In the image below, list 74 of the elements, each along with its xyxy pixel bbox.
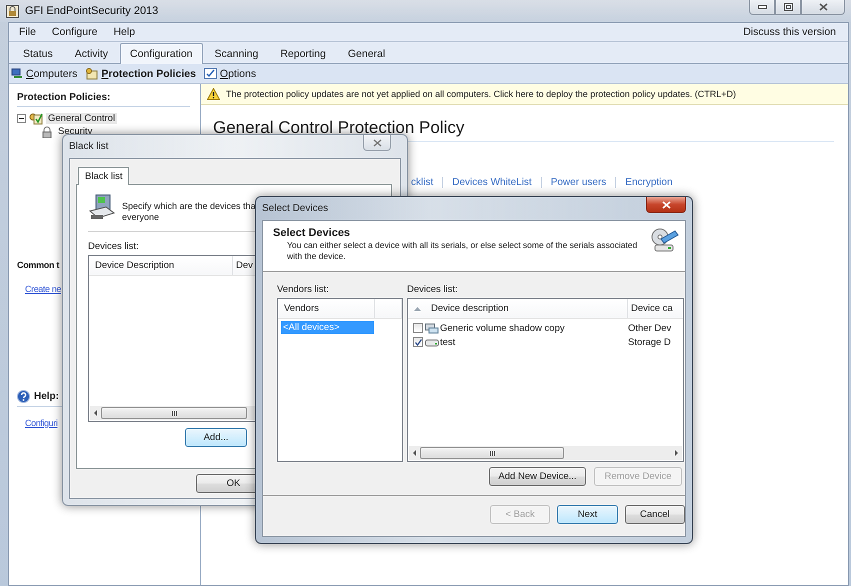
description-text: Specify which are the devices tha [122, 201, 256, 212]
window-title: GFI EndPointSecurity 2013 [25, 5, 158, 17]
devices-icon [651, 227, 679, 253]
close-button[interactable] [363, 135, 391, 151]
toolbar-tab[interactable]: Protection Policies [85, 68, 196, 80]
wizard-button[interactable]: Next [557, 505, 618, 524]
tab[interactable]: Black list [78, 167, 130, 185]
device-icon [425, 322, 439, 334]
tree-item[interactable]: General Control [46, 113, 118, 124]
device-name: test [440, 336, 456, 348]
sort-icon [414, 306, 421, 310]
usb-device-icon [88, 193, 116, 221]
section-heading: Help: [34, 391, 59, 402]
dialog-heading: Select Devices [273, 227, 352, 239]
column-header[interactable]: Device ca [628, 299, 683, 318]
section-link[interactable]: Devices WhiteList [442, 177, 541, 188]
close-button[interactable] [646, 197, 686, 213]
toolbar-tab[interactable]: Options [204, 68, 256, 80]
close-icon [818, 3, 828, 11]
warning-icon [207, 88, 220, 100]
help-icon [17, 390, 30, 403]
key-certificate-icon [85, 68, 98, 80]
checkbox[interactable] [413, 337, 423, 347]
menu-item[interactable]: File [19, 26, 36, 38]
policy-icon [29, 112, 43, 124]
add-button[interactable]: Add... [185, 428, 247, 447]
dialog-description: You can either select a device with all its serials, or else select some of the serials associated with the device. [286, 240, 638, 262]
checkbox[interactable] [413, 323, 423, 333]
column-header[interactable]: Device description [408, 299, 628, 318]
menu-item[interactable]: Help [113, 26, 136, 38]
toolbar-tab[interactable]: Computers [11, 68, 78, 80]
section-heading: Common t [17, 260, 60, 270]
column-title: Device description [431, 303, 509, 314]
tab[interactable]: Reporting [270, 44, 336, 64]
list-label: Vendors list: [277, 284, 330, 295]
dialog-title: Select Devices [262, 203, 328, 214]
checkbox-icon [204, 68, 217, 79]
wizard-button[interactable]: Cancel [624, 505, 685, 524]
menu-item[interactable]: Configure [52, 26, 98, 38]
help-link[interactable]: Configuri [25, 418, 58, 428]
tab[interactable]: Status [13, 44, 63, 64]
computer-icon [11, 68, 23, 79]
device-category: Other Dev [628, 322, 672, 334]
minimize-button[interactable] [749, 0, 775, 15]
collapse-toggle[interactable] [17, 114, 26, 123]
horizontal-scrollbar[interactable] [409, 446, 682, 460]
device-name: Generic volume shadow copy [440, 322, 566, 334]
list-label: Devices list: [88, 241, 139, 252]
section-link[interactable]: Encryption [615, 177, 682, 188]
section-link[interactable]: Power users [540, 177, 616, 188]
tab[interactable]: Configuration [120, 43, 203, 64]
close-button[interactable] [801, 0, 845, 15]
minimize-icon [758, 5, 766, 9]
tab[interactable]: General [338, 44, 396, 64]
dialog-title: Black list [69, 141, 108, 152]
list-label: Devices list: [407, 284, 459, 295]
drive-icon [425, 338, 439, 346]
device-category: Storage D [628, 336, 671, 348]
section-heading: Protection Policies: [17, 92, 110, 103]
app-icon [6, 4, 19, 18]
description-text: everyone [122, 212, 160, 223]
section-link[interactable]: cklist [411, 177, 442, 188]
close-icon [372, 138, 382, 146]
add-device-button[interactable]: Add New Device... [489, 467, 586, 486]
column-header[interactable]: Device Description [89, 256, 233, 275]
discuss-link[interactable]: Discuss this version [743, 26, 836, 38]
close-icon [662, 200, 670, 208]
restore-icon [784, 3, 792, 11]
lock-icon [41, 126, 53, 138]
tab[interactable]: Scanning [204, 44, 268, 64]
tab[interactable]: Activity [64, 44, 118, 64]
restore-button[interactable] [775, 0, 801, 15]
tree-item[interactable]: Security [56, 126, 94, 137]
task-link[interactable]: Create ne [25, 284, 61, 294]
